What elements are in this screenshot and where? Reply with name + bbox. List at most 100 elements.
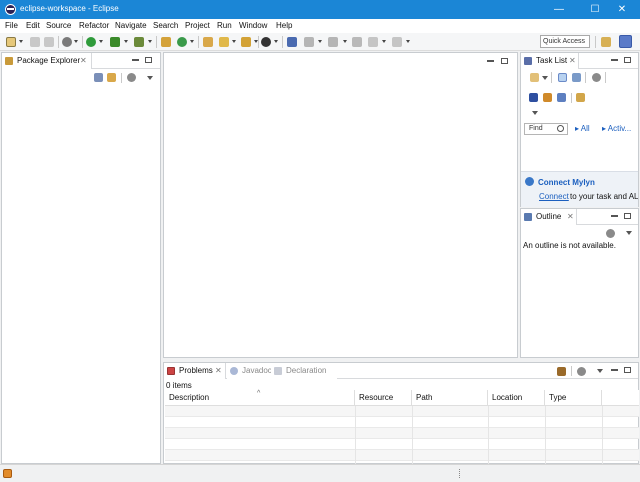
open-type-icon[interactable] [203, 37, 213, 47]
menu-file[interactable]: File [5, 21, 18, 30]
chevron-down-icon[interactable] [542, 76, 548, 80]
close-icon[interactable]: ✕ [569, 53, 576, 69]
maximize-view-icon[interactable] [501, 58, 508, 64]
menu-run[interactable]: Run [217, 21, 232, 30]
menu-project[interactable]: Project [185, 21, 210, 30]
chevron-down-icon[interactable] [318, 40, 322, 43]
new-class-icon[interactable] [177, 37, 187, 47]
chevron-down-icon[interactable] [74, 40, 78, 43]
view-menu-icon[interactable] [532, 111, 538, 115]
run-icon[interactable] [110, 37, 120, 47]
new-repository-icon[interactable] [576, 93, 585, 102]
new-task-icon[interactable] [530, 73, 539, 82]
column-header-location[interactable]: Location [488, 390, 545, 406]
connect-link[interactable]: Connect [539, 192, 569, 201]
close-button[interactable]: ✕ [604, 0, 640, 19]
tab-package-explorer[interactable]: Package Explorer ✕ [2, 53, 92, 69]
collapse-all-icon[interactable] [94, 73, 103, 82]
link-with-editor-icon[interactable] [107, 73, 116, 82]
chevron-down-icon[interactable] [343, 40, 347, 43]
menu-source[interactable]: Source [46, 21, 71, 30]
new-package-icon[interactable] [161, 37, 171, 47]
quick-access-input[interactable]: Quick Access [540, 35, 590, 48]
synchronize-icon[interactable] [543, 93, 552, 102]
minimize-view-icon[interactable] [611, 369, 618, 371]
menu-help[interactable]: Help [276, 21, 292, 30]
maximize-view-icon[interactable] [624, 367, 631, 373]
focus-on-workweek-icon[interactable] [592, 73, 601, 82]
new-icon[interactable] [6, 37, 16, 47]
save-icon[interactable] [30, 37, 40, 47]
column-divider [602, 406, 603, 464]
debug-icon[interactable] [86, 37, 96, 47]
connect-mylyn-section [521, 171, 638, 207]
tab-outline[interactable]: Outline ✕ [521, 209, 577, 225]
external-tools-icon[interactable] [134, 37, 144, 47]
tab-problems[interactable]: Problems ✕ [164, 363, 226, 379]
maximize-view-icon[interactable] [145, 57, 152, 63]
save-all-icon[interactable] [44, 37, 54, 47]
javadoc-icon [230, 367, 238, 375]
tab-declaration[interactable]: Declaration [271, 363, 337, 379]
open-task-icon[interactable] [219, 37, 229, 47]
coverage-icon[interactable] [261, 37, 271, 47]
view-menu-icon[interactable] [147, 76, 153, 80]
forward-icon[interactable] [392, 37, 402, 47]
minimize-view-icon[interactable] [132, 59, 139, 61]
menu-navigate[interactable]: Navigate [115, 21, 147, 30]
all-tasks-link[interactable]: ▸ All [575, 124, 590, 133]
java-perspective-icon[interactable] [619, 35, 632, 48]
tab-javadoc[interactable]: Javadoc [227, 363, 272, 379]
chevron-down-icon[interactable] [232, 40, 236, 43]
chevron-down-icon[interactable] [99, 40, 103, 43]
chevron-down-icon[interactable] [274, 40, 278, 43]
maximize-view-icon[interactable] [624, 57, 631, 63]
task-list-icon [524, 57, 532, 65]
categorized-icon[interactable] [558, 73, 567, 82]
toggle-mark-occurrences-icon[interactable] [287, 37, 297, 47]
minimize-view-icon[interactable] [611, 59, 618, 61]
filter-icon[interactable] [557, 367, 566, 376]
scheduled-icon[interactable] [572, 73, 581, 82]
chevron-down-icon[interactable] [190, 40, 194, 43]
search-icon[interactable] [241, 37, 251, 47]
minimize-button[interactable]: — [541, 0, 577, 19]
activate-task-link[interactable]: ▸ Activ... [602, 124, 631, 133]
focus-on-task-icon[interactable] [127, 73, 136, 82]
focus-on-task-icon[interactable] [577, 367, 586, 376]
close-icon[interactable]: ✕ [215, 363, 222, 379]
close-icon[interactable]: ✕ [80, 53, 87, 69]
last-edit-location-icon[interactable] [352, 37, 362, 47]
tab-task-list[interactable]: Task List ✕ [521, 53, 579, 69]
minimize-view-icon[interactable] [611, 215, 618, 217]
view-menu-icon[interactable] [597, 369, 603, 373]
chevron-down-icon[interactable] [406, 40, 410, 43]
column-header-type[interactable]: Type [545, 390, 602, 406]
close-icon[interactable]: ✕ [567, 209, 574, 225]
next-annotation-icon[interactable] [304, 37, 314, 47]
view-menu-icon[interactable] [626, 231, 632, 235]
focus-on-task-icon[interactable] [606, 229, 615, 238]
problems-panel: Problems ✕ Javadoc Declaration 0 items D… [163, 362, 639, 464]
column-divider [355, 406, 356, 464]
chevron-down-icon[interactable] [382, 40, 386, 43]
chevron-down-icon[interactable] [148, 40, 152, 43]
maximize-view-icon[interactable] [624, 213, 631, 219]
menu-window[interactable]: Window [239, 21, 267, 30]
hide-completed-icon[interactable] [529, 93, 538, 102]
back-icon[interactable] [368, 37, 378, 47]
column-header-resource[interactable]: Resource [355, 390, 412, 406]
rss-notification-icon[interactable] [3, 469, 12, 478]
chevron-down-icon[interactable] [124, 40, 128, 43]
menu-search[interactable]: Search [153, 21, 178, 30]
gear-icon[interactable] [62, 37, 72, 47]
chevron-down-icon[interactable] [19, 40, 23, 43]
previous-annotation-icon[interactable] [328, 37, 338, 47]
minimize-view-icon[interactable] [487, 60, 494, 62]
open-perspective-icon[interactable] [601, 37, 611, 47]
collapse-all-icon[interactable] [557, 93, 566, 102]
status-bar-handle[interactable] [459, 469, 460, 478]
menu-refactor[interactable]: Refactor [79, 21, 109, 30]
menu-edit[interactable]: Edit [26, 21, 40, 30]
column-header-path[interactable]: Path [412, 390, 488, 406]
